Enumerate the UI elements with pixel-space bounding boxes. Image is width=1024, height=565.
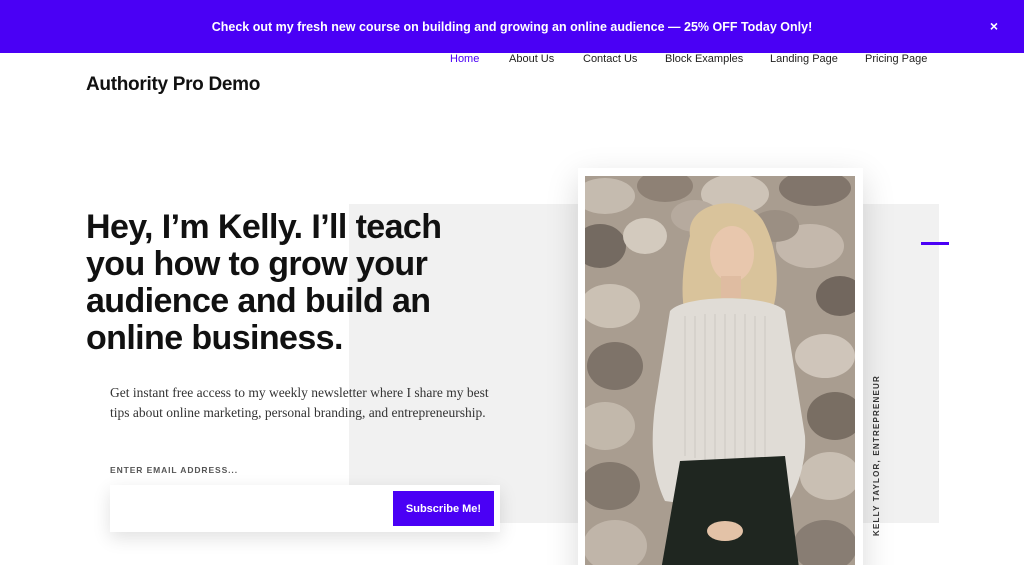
- nav-item-pricing-page[interactable]: Pricing Page: [865, 53, 927, 65]
- portrait-photo: [585, 176, 855, 565]
- subscribe-button[interactable]: Subscribe Me!: [393, 491, 494, 526]
- photo-caption: KELLY TAYLOR, ENTREPRENEUR: [872, 374, 881, 536]
- accent-line: [921, 242, 949, 245]
- promo-banner: Check out my fresh new course on buildin…: [0, 0, 1024, 53]
- email-label: ENTER EMAIL ADDRESS...: [110, 465, 238, 475]
- nav-item-home[interactable]: Home: [450, 53, 479, 65]
- nav-item-contact-us[interactable]: Contact Us: [583, 53, 637, 65]
- nav-item-block-examples[interactable]: Block Examples: [665, 53, 743, 65]
- promo-text[interactable]: Check out my fresh new course on buildin…: [212, 20, 813, 34]
- hero-description: Get instant free access to my weekly new…: [110, 385, 489, 420]
- newsletter-form: Subscribe Me!: [110, 485, 500, 532]
- close-icon[interactable]: ×: [990, 17, 998, 35]
- site-title[interactable]: Authority Pro Demo: [86, 74, 260, 96]
- site-header: Authority Pro Demo Home About Us Contact…: [0, 53, 1024, 119]
- email-input[interactable]: [110, 485, 390, 532]
- nav-item-about-us[interactable]: About Us: [509, 53, 554, 65]
- photo-frame: [578, 168, 863, 565]
- nav-item-landing-page[interactable]: Landing Page: [770, 53, 838, 65]
- hero-title: Hey, I’m Kelly. I’ll teach you how to gr…: [86, 208, 442, 357]
